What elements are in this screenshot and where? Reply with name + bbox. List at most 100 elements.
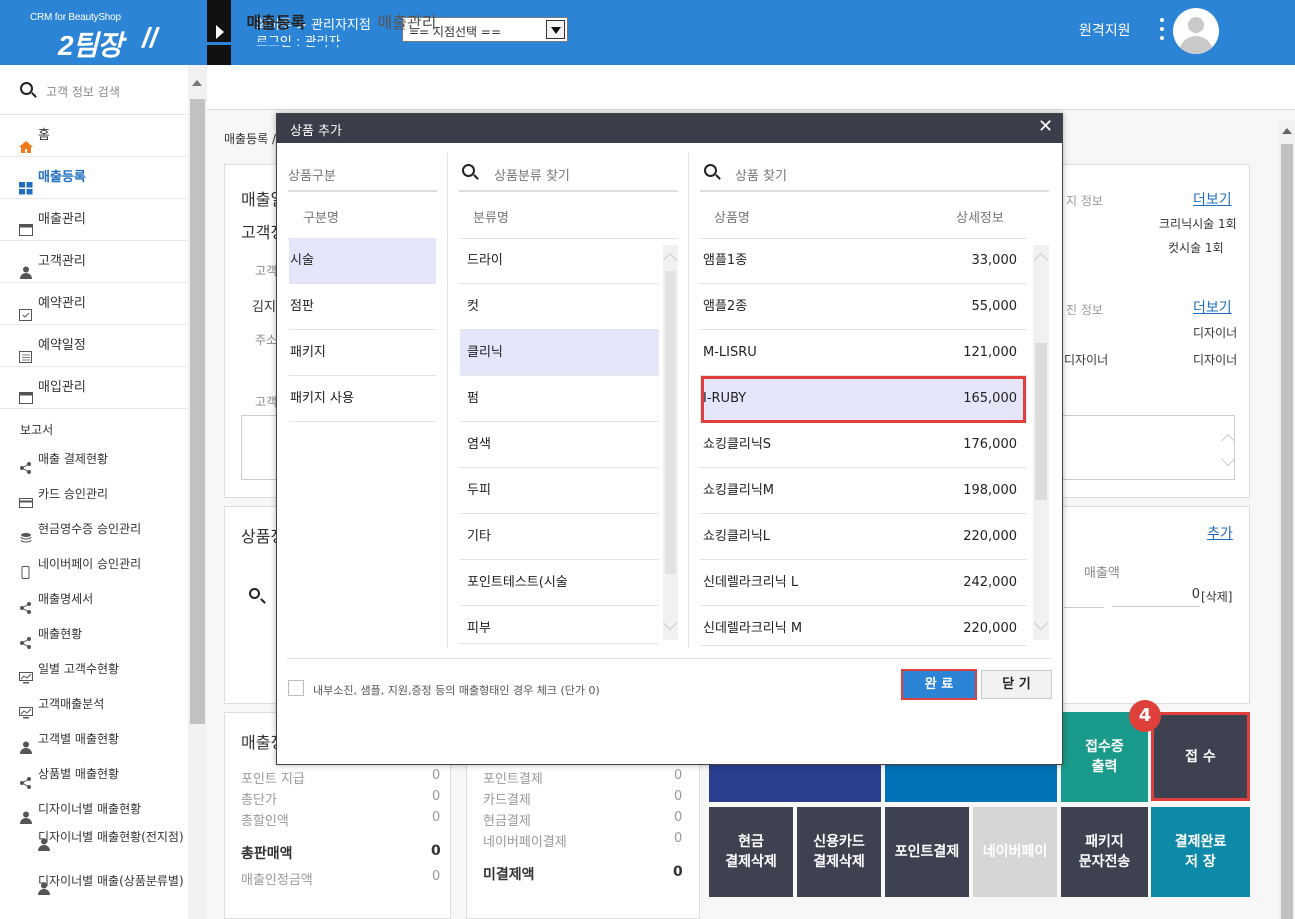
main-scrollbar[interactable] xyxy=(1279,120,1295,919)
sidebar-item-1[interactable]: 매출등록 xyxy=(0,157,188,199)
product-row[interactable]: 앰플2종 55,000 xyxy=(700,284,1027,330)
product-price: 176,000 xyxy=(963,437,1017,452)
search-icon xyxy=(20,82,33,95)
confirmed-sales-value: 0 xyxy=(432,869,441,884)
classification-search-input[interactable]: 상품분류 찾기 xyxy=(494,165,570,184)
sidebar-report-0[interactable]: 매출 결제현황 xyxy=(0,442,188,477)
tab-sales-register[interactable]: 매출등록 xyxy=(207,0,345,45)
product-row[interactable]: M-LISRU 121,000 xyxy=(700,330,1027,376)
classification-row[interactable]: 컷 xyxy=(460,284,659,330)
user-icon xyxy=(19,255,33,279)
classification-name: 펌 xyxy=(467,391,479,406)
point-pay-button[interactable]: 포인트결제 xyxy=(885,807,969,897)
sidebar-report-9[interactable]: 상품별 매출현황 xyxy=(0,757,188,792)
classification-row[interactable]: 두피 xyxy=(460,468,659,514)
product-scrollbar[interactable] xyxy=(1033,245,1049,640)
naver-pay-button[interactable]: 네이버페이 xyxy=(973,807,1057,897)
remote-support-link[interactable]: 원격지원 xyxy=(1079,20,1131,40)
sidebar-scrollbar[interactable] xyxy=(188,65,207,919)
classification-row[interactable]: 드라이 xyxy=(460,238,659,284)
zero-price-checkbox[interactable] xyxy=(288,680,304,696)
complete-save-button[interactable]: 결제완료 저 장 xyxy=(1151,807,1250,897)
sidebar-report-11[interactable]: 디자이너별 매출현황(전지점) xyxy=(0,827,185,871)
avatar[interactable] xyxy=(1173,8,1219,54)
sidebar-report-3[interactable]: 네이버페이 승인관리 xyxy=(0,547,188,582)
category-row[interactable]: 점판 xyxy=(289,284,436,330)
product-search-input[interactable]: 상품 찾기 xyxy=(735,165,787,184)
memo-textarea[interactable] xyxy=(241,415,281,480)
memo-textarea-right[interactable] xyxy=(1062,415,1236,480)
category-name: 시술 xyxy=(290,253,314,268)
add-product-link[interactable]: 추가 xyxy=(1207,523,1233,543)
sidebar-report-8[interactable]: 고객별 매출현황 xyxy=(0,722,188,757)
sidebar-report-4[interactable]: 매출명세서 xyxy=(0,582,188,617)
classification-row[interactable]: 기타 xyxy=(460,514,659,560)
classification-scrollbar[interactable] xyxy=(662,245,678,640)
close-button[interactable]: 닫 기 xyxy=(981,670,1052,699)
mobile-icon xyxy=(19,558,32,579)
product-price: 198,000 xyxy=(963,483,1017,498)
sidebar-report-6[interactable]: 일별 고객수현황 xyxy=(0,652,188,687)
search-icon[interactable] xyxy=(249,588,260,599)
category-search-input[interactable]: 상품구분 xyxy=(288,165,336,184)
package-sms-button[interactable]: 패키지 문자전송 xyxy=(1061,807,1148,897)
close-icon[interactable]: ✕ xyxy=(1038,116,1053,137)
receive-button[interactable]: 접 수 xyxy=(1151,712,1250,801)
sidebar-report-5[interactable]: 매출현황 xyxy=(0,617,188,652)
column-divider xyxy=(447,153,448,648)
sidebar-item-label: 예약관리 xyxy=(38,296,86,311)
classification-row[interactable]: 포인트테스트(시술 xyxy=(460,560,659,606)
card-delete-button[interactable]: 신용카드 결제삭제 xyxy=(797,807,881,897)
logo-subtitle: CRM for BeautyShop xyxy=(30,12,121,23)
customer-search-input[interactable]: 고객 정보 검색 xyxy=(46,83,120,100)
product-row[interactable]: 쇼킹클리닉M 198,000 xyxy=(700,468,1027,514)
product-name-header: 상품명 xyxy=(714,211,750,226)
product-name: 쇼킹클리닉M xyxy=(703,483,775,498)
sidebar-item-5[interactable]: 예약일정 xyxy=(0,325,188,367)
category-row[interactable]: 시술 xyxy=(289,238,436,284)
more-menu-icon[interactable] xyxy=(1159,18,1165,44)
product-row[interactable]: 쇼킹클리닉L 220,000 xyxy=(700,514,1027,560)
payment-label: 카드결제 xyxy=(483,793,531,808)
sidebar-item-0[interactable]: 홈 xyxy=(0,115,188,157)
info-line: 디자이너 xyxy=(1193,326,1238,340)
logo-slash: // xyxy=(142,22,158,53)
more-link-1[interactable]: 더보기 xyxy=(1193,189,1232,209)
product-price: 33,000 xyxy=(971,253,1018,268)
classification-name: 염색 xyxy=(467,437,491,452)
delete-link[interactable]: [삭제] xyxy=(1201,588,1232,605)
product-row[interactable]: 앰플1종 33,000 xyxy=(700,238,1027,284)
sidebar-item-4[interactable]: 예약관리 xyxy=(0,283,188,325)
sidebar-item-2[interactable]: 매출관리 xyxy=(0,199,188,241)
sidebar-report-12[interactable]: 디자이너별 매출(상품분류별) xyxy=(0,871,185,915)
user-icon xyxy=(19,803,32,824)
summary-value: 0 xyxy=(432,789,441,804)
cash-delete-button[interactable]: 현금 결제삭제 xyxy=(709,807,793,897)
sidebar-report-10[interactable]: 디자이너별 매출현황 xyxy=(0,792,188,827)
classification-row[interactable]: 펌 xyxy=(460,376,659,422)
classification-name: 드라이 xyxy=(467,253,503,268)
payment-value: 0 xyxy=(674,831,683,846)
sidebar-item-3[interactable]: 고객관리 xyxy=(0,241,188,283)
summary-label: 포인트 지급 xyxy=(241,772,305,787)
more-link-2[interactable]: 더보기 xyxy=(1193,297,1232,317)
sidebar-report-2[interactable]: 현금영수증 승인관리 xyxy=(0,512,188,547)
sidebar-report-7[interactable]: 고객매출분석 xyxy=(0,687,188,722)
app-logo[interactable]: CRM for BeautyShop 2팀장 // xyxy=(0,0,207,65)
category-row[interactable]: 패키지 사용 xyxy=(289,376,436,422)
complete-button[interactable]: 완 료 xyxy=(901,669,977,700)
product-row[interactable]: 신데렐라크리닉 M 220,000 xyxy=(700,606,1027,646)
tab-sales-manage[interactable]: 매출관리 xyxy=(345,0,469,45)
sidebar-report-label: 네이버페이 승인관리 xyxy=(38,557,142,571)
sales-amount-input[interactable]: 0 xyxy=(1112,587,1200,607)
category-row[interactable]: 패키지 xyxy=(289,330,436,376)
classification-row[interactable]: 피부 xyxy=(460,606,659,644)
product-row[interactable]: 신데렐라크리닉 L 242,000 xyxy=(700,560,1027,606)
product-row[interactable]: 쇼킹클리닉S 176,000 xyxy=(700,422,1027,468)
sidebar-report-label: 현금영수증 승인관리 xyxy=(38,522,142,536)
sidebar-report-1[interactable]: 카드 승인관리 xyxy=(0,477,188,512)
classification-row[interactable]: 클리닉 xyxy=(460,330,659,376)
classification-row[interactable]: 염색 xyxy=(460,422,659,468)
sidebar-item-6[interactable]: 매입관리 xyxy=(0,367,188,409)
sidebar-report-label: 매출현황 xyxy=(38,627,83,641)
